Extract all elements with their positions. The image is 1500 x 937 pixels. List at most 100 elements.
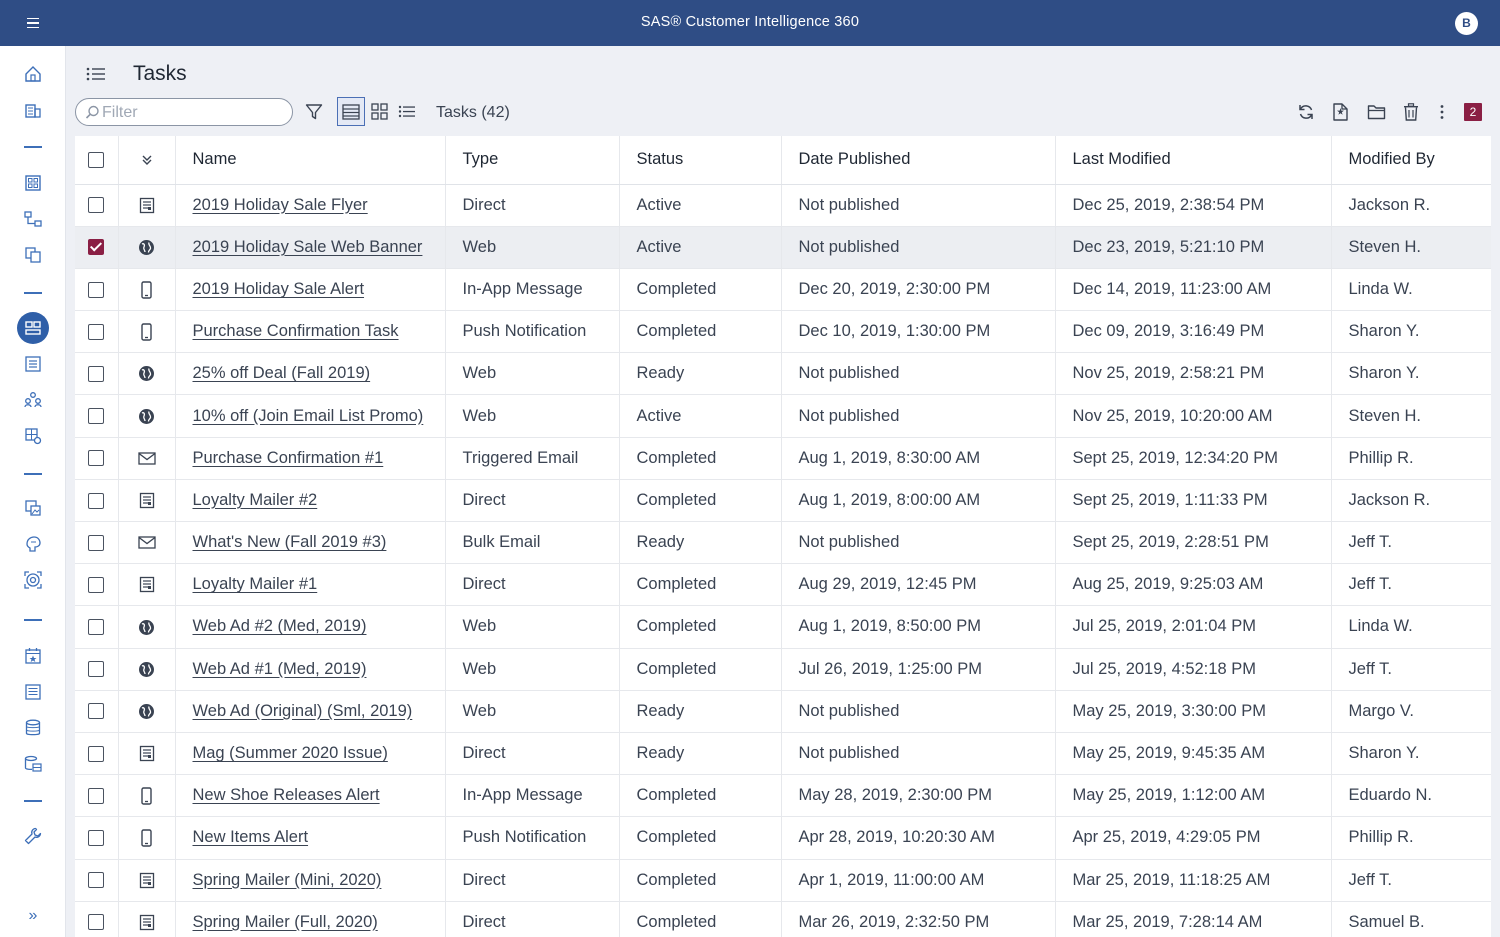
cell-modified-by: Jackson R. — [1331, 479, 1491, 523]
cell-modified-by: Steven H. — [1331, 226, 1491, 269]
building-icon[interactable] — [17, 94, 49, 126]
cell-last-modified: Dec 09, 2019, 3:16:49 PM — [1055, 310, 1332, 354]
users-icon[interactable] — [17, 384, 49, 416]
task-name-link[interactable]: Spring Mailer (Mini, 2020) — [193, 871, 382, 889]
copy-icon[interactable] — [17, 239, 49, 271]
column-header-modified-by[interactable]: Modified By — [1331, 136, 1491, 185]
calendar-icon[interactable] — [17, 640, 49, 672]
row-checkbox[interactable] — [88, 619, 105, 636]
cell-modified-by: Sharon Y. — [1331, 310, 1491, 354]
column-header-last-modified[interactable]: Last Modified — [1055, 136, 1332, 185]
target-icon[interactable] — [17, 564, 49, 596]
wrench-icon[interactable] — [17, 820, 49, 852]
table-row[interactable]: 25% off Deal (Fall 2019) Web Ready Not publ… — [75, 352, 1491, 396]
row-checkbox[interactable] — [88, 914, 105, 931]
filter-field[interactable] — [75, 98, 293, 126]
task-name-link[interactable]: What's New (Fall 2019 #3) — [193, 533, 387, 551]
table-row[interactable]: 2019 Holiday Sale Alert In-App Message Com… — [75, 268, 1491, 312]
table-row[interactable]: Loyalty Mailer #2 Direct Completed Aug 1, 2… — [75, 479, 1491, 523]
grid-view-button[interactable] — [365, 97, 393, 126]
row-checkbox[interactable] — [88, 661, 105, 678]
task-name-link[interactable]: Loyalty Mailer #1 — [193, 575, 318, 593]
dashboard-icon[interactable] — [17, 167, 49, 199]
row-checkbox[interactable] — [88, 365, 105, 382]
row-checkbox[interactable] — [88, 492, 105, 509]
brain-icon[interactable] — [17, 528, 49, 560]
trash-icon[interactable] — [1399, 100, 1423, 124]
chevron-double-down-icon[interactable] — [141, 154, 153, 166]
table-row[interactable]: 2019 Holiday Sale Flyer Direct Active Not p… — [75, 184, 1491, 227]
report-icon[interactable] — [17, 676, 49, 708]
task-name-link[interactable]: 2019 Holiday Sale Flyer — [193, 196, 368, 214]
filter-funnel-icon[interactable] — [302, 100, 326, 124]
home-icon[interactable] — [17, 58, 49, 90]
column-header-type[interactable]: Type — [445, 136, 620, 185]
task-name-link[interactable]: Purchase Confirmation #1 — [193, 449, 384, 467]
flow-icon[interactable] — [17, 203, 49, 235]
row-checkbox[interactable] — [88, 239, 105, 256]
table-row[interactable]: Web Ad #2 (Med, 2019) Web Completed Aug 1, … — [75, 605, 1491, 649]
task-name-link[interactable]: New Shoe Releases Alert — [193, 786, 380, 804]
table-row[interactable]: 10% off (Join Email List Promo) Web Active… — [75, 394, 1491, 438]
more-options-icon[interactable] — [1430, 100, 1454, 124]
row-checkbox[interactable] — [88, 534, 105, 551]
filter-input[interactable] — [102, 104, 282, 122]
table-row[interactable]: New Shoe Releases Alert In-App Message Com… — [75, 774, 1491, 818]
row-checkbox[interactable] — [88, 197, 105, 214]
grid-gear-icon[interactable] — [17, 420, 49, 452]
task-name-link[interactable]: 10% off (Join Email List Promo) — [193, 407, 424, 425]
column-header-status[interactable]: Status — [619, 136, 782, 185]
row-checkbox[interactable] — [88, 281, 105, 298]
task-name-link[interactable]: New Items Alert — [193, 828, 309, 846]
row-checkbox[interactable] — [88, 576, 105, 593]
row-checkbox[interactable] — [88, 745, 105, 762]
row-checkbox[interactable] — [88, 872, 105, 889]
row-checkbox[interactable] — [88, 830, 105, 847]
column-header-name[interactable]: Name — [175, 136, 446, 185]
task-name-link[interactable]: Purchase Confirmation Task — [193, 322, 399, 340]
table-row[interactable]: Web Ad (Original) (Sml, 2019) Web Ready Not… — [75, 690, 1491, 733]
row-checkbox[interactable] — [88, 703, 105, 720]
table-row[interactable]: Web Ad #1 (Med, 2019) Web Completed Jul 26,… — [75, 648, 1491, 691]
row-checkbox[interactable] — [88, 408, 105, 425]
database-icon[interactable] — [17, 712, 49, 744]
new-task-icon[interactable] — [1329, 100, 1353, 124]
task-name-link[interactable]: 2019 Holiday Sale Alert — [193, 280, 365, 298]
task-name-link[interactable]: Spring Mailer (Full, 2020) — [193, 913, 378, 931]
table-view-button[interactable] — [337, 97, 365, 126]
row-checkbox[interactable] — [88, 323, 105, 340]
folder-icon[interactable] — [1364, 100, 1388, 124]
image-icon[interactable] — [17, 492, 49, 524]
table-row[interactable]: New Items Alert Push Notification Complete… — [75, 816, 1491, 860]
task-name-link[interactable]: Mag (Summer 2020 Issue) — [193, 744, 388, 762]
list-view-button[interactable] — [393, 97, 421, 126]
cell-type: Direct — [445, 859, 620, 902]
tasks-icon[interactable] — [17, 312, 49, 344]
table-row[interactable]: Spring Mailer (Mini, 2020) Direct Complete… — [75, 859, 1491, 902]
refresh-icon[interactable] — [1294, 100, 1318, 124]
task-name-link[interactable]: 25% off Deal (Fall 2019) — [193, 364, 371, 382]
row-checkbox[interactable] — [88, 450, 105, 467]
table-row[interactable]: What's New (Fall 2019 #3) Bulk Email Ready… — [75, 521, 1491, 565]
notification-badge[interactable]: 2 — [1464, 103, 1482, 121]
table-row[interactable]: Purchase Confirmation Task Push Notificat… — [75, 310, 1491, 354]
table-row[interactable]: Mag (Summer 2020 Issue) Direct Ready Not pu… — [75, 732, 1491, 776]
data-table-icon[interactable] — [17, 748, 49, 780]
list-icon[interactable] — [17, 348, 49, 380]
cell-type: Web — [445, 605, 620, 649]
task-name-link[interactable]: Web Ad (Original) (Sml, 2019) — [193, 702, 413, 720]
table-row[interactable]: Purchase Confirmation #1 Triggered Email C… — [75, 437, 1491, 480]
table-row[interactable]: Spring Mailer (Full, 2020) Direct Complete… — [75, 901, 1491, 937]
select-all-checkbox[interactable] — [88, 151, 105, 168]
user-avatar[interactable]: B — [1455, 12, 1478, 35]
row-checkbox[interactable] — [88, 787, 105, 804]
toggle-list-icon[interactable] — [86, 66, 106, 82]
column-header-date-published[interactable]: Date Published — [781, 136, 1056, 185]
expand-sidebar-icon[interactable]: » — [23, 907, 43, 927]
table-row[interactable]: Loyalty Mailer #1 Direct Completed Aug 29, … — [75, 563, 1491, 607]
task-name-link[interactable]: Web Ad #2 (Med, 2019) — [193, 617, 367, 635]
table-row[interactable]: 2019 Holiday Sale Web Banner Web Active Not… — [75, 226, 1491, 269]
task-name-link[interactable]: Web Ad #1 (Med, 2019) — [193, 660, 367, 678]
task-name-link[interactable]: Loyalty Mailer #2 — [193, 491, 318, 509]
task-name-link[interactable]: 2019 Holiday Sale Web Banner — [193, 238, 423, 256]
